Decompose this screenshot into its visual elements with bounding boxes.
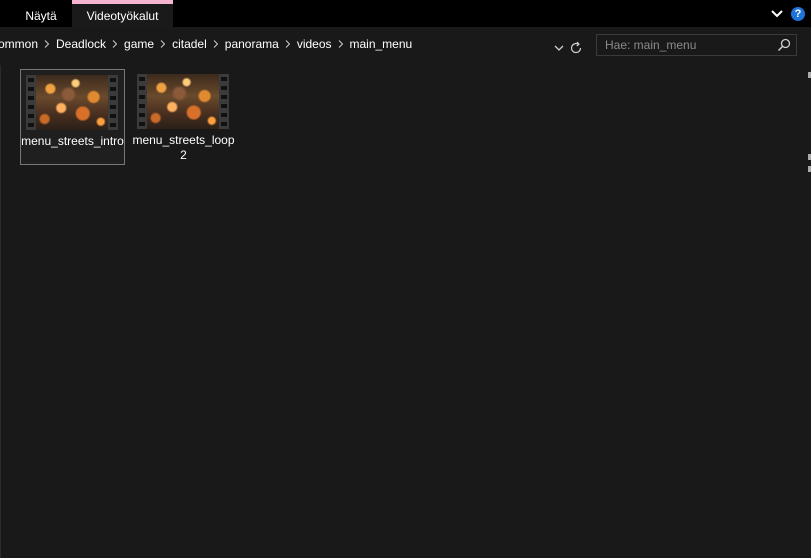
chevron-right-icon[interactable] — [42, 33, 52, 55]
breadcrumb-item-videos[interactable]: videos — [293, 33, 336, 55]
breadcrumb-item-panorama[interactable]: panorama — [221, 33, 283, 55]
chevron-right-icon[interactable] — [283, 33, 293, 55]
thumbnail-image — [147, 74, 219, 129]
help-icon[interactable]: ? — [791, 7, 805, 21]
search-box — [596, 34, 797, 56]
chevron-right-icon[interactable] — [336, 33, 346, 55]
file-name: menu_streets_intro — [21, 134, 124, 148]
video-thumbnail — [26, 75, 118, 130]
ribbon-tab-bar: Näytä Videotyökalut ? — [0, 0, 811, 27]
thumbnail-image — [36, 75, 108, 130]
file-item[interactable]: menu_streets_loop2 — [132, 69, 237, 165]
breadcrumb-item-game[interactable]: game — [120, 33, 158, 55]
chevron-down-icon[interactable] — [769, 6, 785, 22]
breadcrumb-item-common[interactable]: ommon — [0, 33, 42, 55]
tab-video-tools[interactable]: Videotyökalut — [72, 0, 173, 27]
film-strip-icon — [108, 75, 118, 130]
chevron-right-icon[interactable] — [211, 33, 221, 55]
file-item[interactable]: menu_streets_intro — [20, 69, 125, 165]
search-icon[interactable] — [777, 38, 791, 52]
breadcrumb-item-main-menu[interactable]: main_menu — [346, 33, 417, 55]
film-strip-icon — [137, 74, 147, 129]
chevron-down-icon[interactable] — [553, 42, 565, 54]
breadcrumb-item-citadel[interactable]: citadel — [168, 33, 211, 55]
video-thumbnail — [137, 74, 229, 129]
film-strip-icon — [26, 75, 36, 130]
film-strip-icon — [219, 74, 229, 129]
pane-divider — [0, 65, 1, 558]
tab-view[interactable]: Näytä — [0, 0, 72, 27]
breadcrumb: ommon Deadlock game citadel panorama vid… — [0, 33, 416, 55]
file-name: menu_streets_loop2 — [132, 133, 235, 162]
breadcrumb-item-deadlock[interactable]: Deadlock — [52, 33, 110, 55]
file-view[interactable]: menu_streets_intro menu_streets_loop2 — [0, 62, 811, 558]
search-input[interactable] — [597, 35, 775, 55]
address-bar[interactable]: ommon Deadlock game citadel panorama vid… — [0, 33, 585, 56]
chevron-right-icon[interactable] — [110, 33, 120, 55]
refresh-icon[interactable] — [569, 41, 583, 55]
chevron-right-icon[interactable] — [158, 33, 168, 55]
